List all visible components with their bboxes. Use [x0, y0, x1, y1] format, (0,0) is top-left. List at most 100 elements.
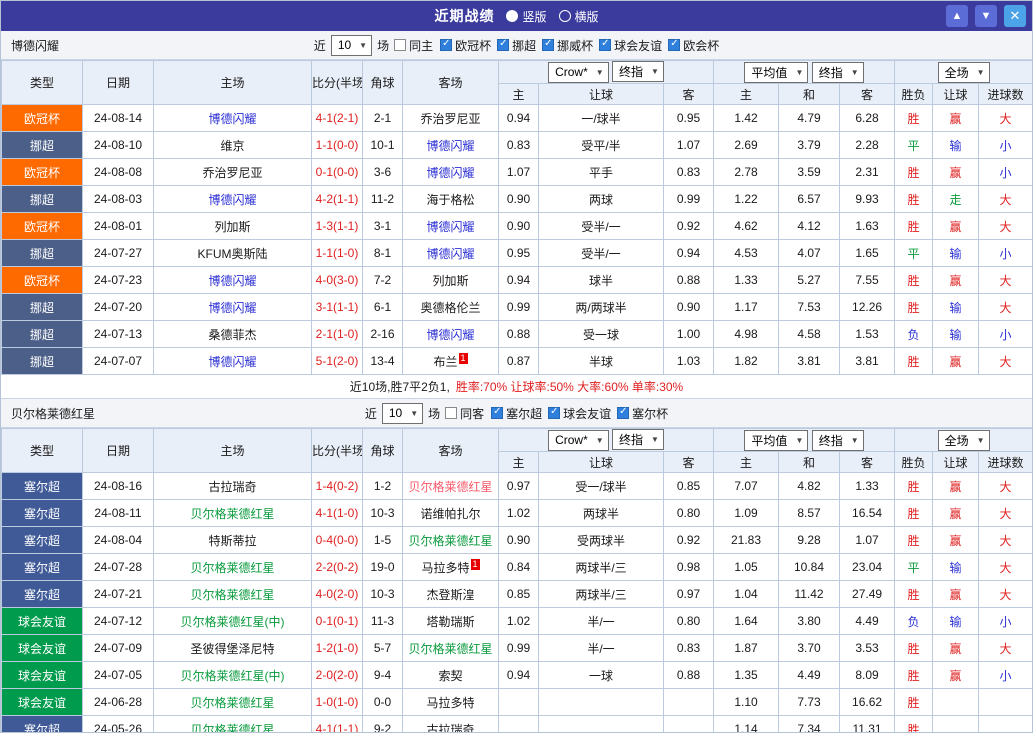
- avg-away-odds: 1.65: [840, 240, 895, 267]
- league-checkbox[interactable]: 球会友谊: [548, 405, 611, 422]
- recent-count-select[interactable]: 10 ▼: [382, 403, 423, 424]
- league-checkbox[interactable]: 塞尔超: [491, 405, 542, 422]
- col-score: 比分(半场): [312, 61, 363, 105]
- corner-score: 2-16: [363, 321, 403, 348]
- handicap-away-odds: 0.92: [664, 527, 714, 554]
- avg-away-odds: 12.26: [840, 294, 895, 321]
- corner-score: 5-7: [363, 635, 403, 662]
- close-button[interactable]: ✕: [1004, 5, 1026, 27]
- scope-group-header: 全场▼: [895, 429, 1033, 452]
- match-row: 塞尔超24-08-16古拉瑞奇1-4(0-2)1-2贝尔格莱德红星0.97受一/…: [2, 473, 1033, 500]
- result-goals: [979, 689, 1033, 716]
- result-goals: 大: [979, 267, 1033, 294]
- league-checkbox[interactable]: 球会友谊: [599, 37, 662, 54]
- result-handicap: 赢: [933, 635, 979, 662]
- col-result-handicap: 让球: [933, 84, 979, 105]
- titlebar-buttons: ▲ ▼ ✕: [946, 5, 1026, 27]
- league-checkbox[interactable]: 欧冠杯: [440, 37, 491, 54]
- score: 0-4(0-0): [312, 527, 363, 554]
- scope-select[interactable]: 全场▼: [938, 62, 990, 83]
- close-icon: ✕: [1010, 8, 1021, 24]
- avg-draw-odds: 4.12: [779, 213, 840, 240]
- handicap-home-odds: 0.87: [499, 348, 539, 375]
- league-checkbox[interactable]: 挪超: [497, 37, 536, 54]
- result-handicap: 输: [933, 294, 979, 321]
- avg-draw-odds: 10.84: [779, 554, 840, 581]
- away-team: 博德闪耀: [403, 240, 499, 267]
- odds-time-select[interactable]: 终指▼: [612, 61, 664, 82]
- league-label: 欧会杯: [683, 37, 719, 54]
- col-away: 客场: [403, 61, 499, 105]
- match-date: 24-07-05: [83, 662, 154, 689]
- recent-label: 近: [314, 37, 326, 54]
- same-venue-checkbox[interactable]: 同主: [394, 37, 433, 54]
- avg-draw-odds: 4.79: [779, 105, 840, 132]
- results-table: 类型 日期 主场 比分(半场) 角球 客场 Crow*▼ 终指▼ 平均值▼ 终指…: [1, 428, 1033, 733]
- league-checkbox[interactable]: 欧会杯: [668, 37, 719, 54]
- move-down-button[interactable]: ▼: [975, 5, 997, 27]
- odds-company-select[interactable]: Crow*▼: [548, 62, 609, 83]
- score: 4-1(1-1): [312, 716, 363, 733]
- match-row: 球会友谊24-06-28贝尔格莱德红星1-0(1-0)0-0马拉多特1.107.…: [2, 689, 1033, 716]
- score: 4-0(2-0): [312, 581, 363, 608]
- recent-count-value: 10: [338, 38, 351, 52]
- same-venue-checkbox[interactable]: 同客: [445, 405, 484, 422]
- avg-home-odds: 1.42: [714, 105, 779, 132]
- odds-time-select[interactable]: 终指▼: [612, 429, 664, 450]
- home-team: 贝尔格莱德红星: [154, 716, 312, 733]
- avg-away-odds: 8.09: [840, 662, 895, 689]
- col-result-goals: 进球数: [979, 84, 1033, 105]
- league-checkbox[interactable]: 塞尔杯: [617, 405, 668, 422]
- league-checkbox[interactable]: 挪威杯: [542, 37, 593, 54]
- league-label: 球会友谊: [614, 37, 662, 54]
- handicap-home-odds: 0.99: [499, 294, 539, 321]
- checkbox-icon: [445, 407, 457, 419]
- handicap-line: 一球: [539, 662, 664, 689]
- league-type-badge: 塞尔超: [2, 500, 83, 527]
- summary: 近10场,胜7平2负1, 胜率:70% 让球率:50% 大率:60% 单率:30…: [1, 375, 1032, 399]
- avg-select[interactable]: 平均值▼: [744, 62, 808, 83]
- match-date: 24-07-28: [83, 554, 154, 581]
- match-date: 24-08-10: [83, 132, 154, 159]
- avg-time-select[interactable]: 终指▼: [812, 62, 864, 83]
- result-goals: 小: [979, 132, 1033, 159]
- view-option-vertical[interactable]: 竖版: [506, 8, 546, 25]
- chevron-down-icon: ▼: [410, 409, 418, 418]
- recent-count-select[interactable]: 10 ▼: [331, 35, 372, 56]
- view-option-label: 竖版: [522, 8, 546, 25]
- result-outcome: 平: [895, 240, 933, 267]
- move-up-button[interactable]: ▲: [946, 5, 968, 27]
- avg-away-odds: 27.49: [840, 581, 895, 608]
- avg-draw-odds: 4.82: [779, 473, 840, 500]
- home-team: 博德闪耀: [154, 348, 312, 375]
- handicap-away-odds: 1.03: [664, 348, 714, 375]
- avg-draw-odds: 4.07: [779, 240, 840, 267]
- avg-time-select[interactable]: 终指▼: [812, 430, 864, 451]
- handicap-away-odds: 1.07: [664, 132, 714, 159]
- score: 1-4(0-2): [312, 473, 363, 500]
- result-goals: 小: [979, 662, 1033, 689]
- col-avg-away: 客: [840, 452, 895, 473]
- match-date: 24-08-03: [83, 186, 154, 213]
- avg-select[interactable]: 平均值▼: [744, 430, 808, 451]
- result-goals: 大: [979, 527, 1033, 554]
- score: 4-2(1-1): [312, 186, 363, 213]
- chevron-down-icon: ▼: [651, 435, 659, 444]
- scope-select[interactable]: 全场▼: [938, 430, 990, 451]
- odds-company-select[interactable]: Crow*▼: [548, 430, 609, 451]
- result-goals: 小: [979, 240, 1033, 267]
- match-row: 挪超24-08-03博德闪耀4-2(1-1)11-2海于格松0.90两球0.99…: [2, 186, 1033, 213]
- avg-away-odds: 9.93: [840, 186, 895, 213]
- league-label: 挪威杯: [557, 37, 593, 54]
- match-date: 24-07-09: [83, 635, 154, 662]
- avg-away-odds: 1.07: [840, 527, 895, 554]
- result-outcome: 胜: [895, 159, 933, 186]
- section-header: 贝尔格莱德红星 近 10 ▼ 场 同客 塞尔超球会友谊塞尔杯: [1, 399, 1032, 428]
- result-handicap: 赢: [933, 159, 979, 186]
- avg-home-odds: 1.05: [714, 554, 779, 581]
- away-team: 马拉多特1: [403, 554, 499, 581]
- league-label: 挪超: [512, 37, 536, 54]
- view-option-horizontal[interactable]: 横版: [559, 8, 599, 25]
- red-card-badge: 1: [471, 559, 480, 570]
- avg-away-odds: 3.81: [840, 348, 895, 375]
